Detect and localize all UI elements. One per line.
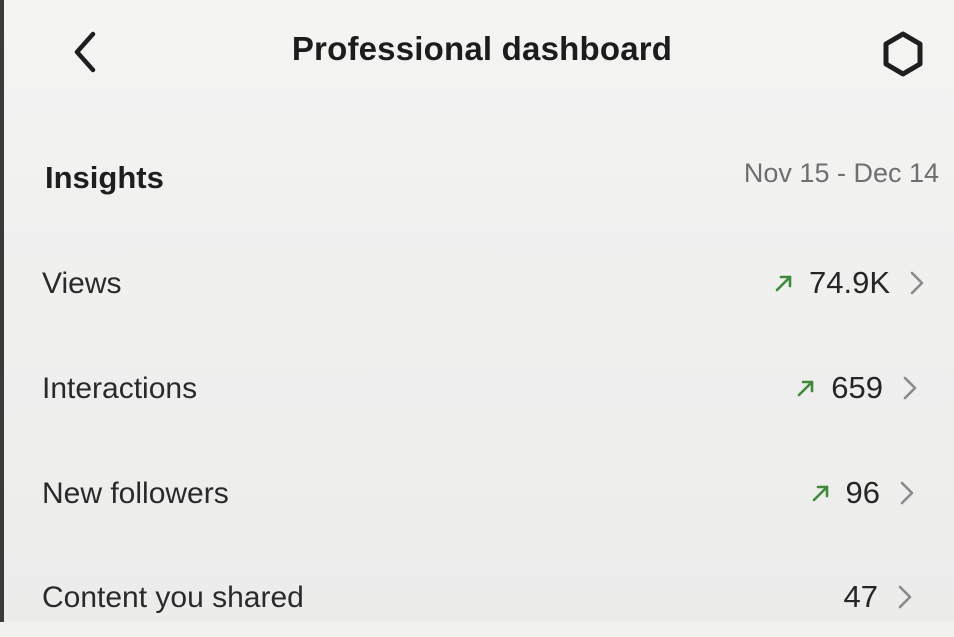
row-value: 47	[843, 579, 878, 614]
row-label: Interactions	[42, 372, 198, 405]
gear-icon	[883, 31, 923, 77]
dashboard-screen: Professional dashboard Insights Nov 15 -…	[0, 0, 954, 622]
row-right: 96	[810, 473, 916, 513]
chevron-right-icon	[898, 585, 912, 609]
chevron-right-icon	[903, 376, 917, 400]
trend-up-icon	[775, 275, 792, 292]
insight-row-interactions[interactable]: Interactions 659	[0, 348, 954, 428]
date-range: Nov 15 - Dec 14	[743, 158, 939, 188]
chevron-right-icon	[910, 271, 924, 295]
insight-row-views[interactable]: Views 74.9K	[0, 243, 954, 323]
row-label: Views	[42, 267, 122, 300]
insight-row-content-shared[interactable]: Content you shared 47	[0, 557, 954, 637]
page-title: Professional dashboard	[291, 30, 673, 67]
row-value: 74.9K	[808, 265, 890, 300]
row-label: Content you shared	[42, 581, 304, 614]
row-label: New followers	[42, 477, 229, 510]
trend-up-icon	[797, 380, 814, 397]
row-value: 659	[831, 370, 883, 405]
settings-button[interactable]	[875, 26, 931, 82]
row-right: 47	[844, 577, 914, 617]
trend-up-icon	[812, 485, 828, 502]
row-value: 96	[845, 475, 880, 510]
insights-title: Insights	[45, 160, 164, 195]
chevron-right-icon	[900, 481, 914, 505]
header-bar: Professional dashboard	[0, 0, 954, 100]
insight-row-new-followers[interactable]: New followers 96	[0, 453, 954, 533]
insights-header: Insights Nov 15 - Dec 14	[0, 150, 954, 200]
row-right: 659	[795, 368, 919, 408]
row-right: 74.9K	[773, 263, 926, 303]
